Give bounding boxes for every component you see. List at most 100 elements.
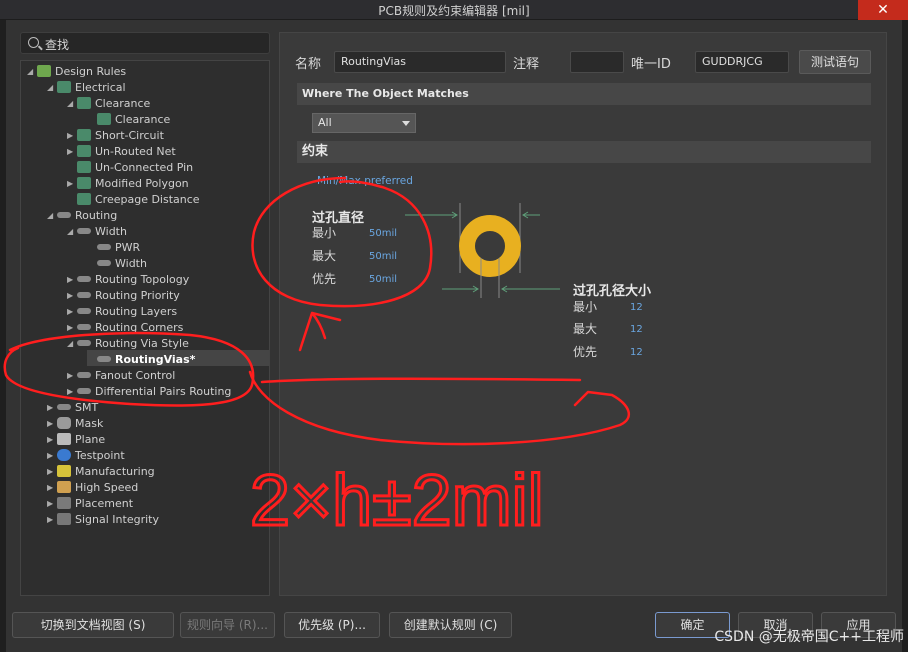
rule-rule-icon xyxy=(77,145,91,157)
tree-item[interactable]: ▶ Testpoint xyxy=(47,448,125,464)
tree-item[interactable]: ▶ Mask xyxy=(47,416,103,432)
tree-item[interactable]: ▶ SMT xyxy=(47,400,98,416)
tree-item-label: High Speed xyxy=(75,481,139,494)
rule-rule-icon xyxy=(77,129,91,141)
tree-item[interactable]: ▶ Plane xyxy=(47,432,105,448)
tree-item-label: Signal Integrity xyxy=(75,513,159,526)
tree-item[interactable]: ◢ Electrical xyxy=(47,80,126,96)
window-title: PCB规则及约束编辑器 [mil] xyxy=(378,4,530,18)
tree-item[interactable]: ▶ Routing Layers xyxy=(67,304,177,320)
tree-item-label: SMT xyxy=(75,401,99,414)
tree-item-label: Routing Layers xyxy=(95,305,178,318)
left-border xyxy=(0,20,6,652)
tree-item[interactable]: ▶ Short-Circuit xyxy=(67,128,164,144)
right-border xyxy=(902,20,908,652)
search-input[interactable]: 查找 xyxy=(20,32,270,54)
search-icon xyxy=(28,37,39,48)
rule-mfg-icon xyxy=(57,465,71,477)
tree-item[interactable]: ▶ Placement xyxy=(47,496,133,512)
rule-route-icon xyxy=(57,404,71,410)
tree-item[interactable]: Width xyxy=(87,256,147,272)
rule-si-icon xyxy=(57,513,71,525)
document-view-button[interactable]: 切换到文档视图 (S) xyxy=(12,612,174,638)
expand-arrow-icon[interactable]: ▶ xyxy=(47,512,57,528)
close-button[interactable]: ✕ xyxy=(858,0,908,20)
tree-item-label: Differential Pairs Routing xyxy=(95,385,232,398)
tree-item-label: Modified Polygon xyxy=(95,177,189,190)
tree-item[interactable]: ▶ Un-Routed Net xyxy=(67,144,176,160)
collapse-arrow-icon[interactable]: ◢ xyxy=(47,80,57,96)
expand-arrow-icon[interactable]: ▶ xyxy=(67,384,77,400)
tree-item-label: Plane xyxy=(75,433,106,446)
tree-item[interactable]: ▶ Fanout Control xyxy=(67,368,175,384)
expand-arrow-icon[interactable]: ▶ xyxy=(67,176,77,192)
rule-route-icon xyxy=(97,356,111,362)
tree-item[interactable]: ◢ Clearance xyxy=(67,96,150,112)
tree-item[interactable]: ▶ Modified Polygon xyxy=(67,176,189,192)
tree-item[interactable]: Un-Connected Pin xyxy=(67,160,193,176)
expand-arrow-icon[interactable]: ▶ xyxy=(47,496,57,512)
expand-arrow-icon[interactable]: ▶ xyxy=(47,448,57,464)
tree-item[interactable]: ▶ Differential Pairs Routing xyxy=(67,384,231,400)
tree-item[interactable]: ▶ High Speed xyxy=(47,480,138,496)
watermark-text: CSDN @无极帝国C++工程师 xyxy=(714,629,904,645)
tree-item[interactable]: ▶ Signal Integrity xyxy=(47,512,159,528)
tree-item-label: Routing xyxy=(75,209,118,222)
priority-button[interactable]: 优先级 (P)... xyxy=(284,612,380,638)
rule-hs-icon xyxy=(57,481,71,493)
tree-item[interactable]: PWR xyxy=(87,240,140,256)
rule-editor-panel: 名称 RoutingVias 注释 唯一ID GUDDRJCG 测试语句 Whe… xyxy=(279,32,887,596)
tree-item[interactable]: ◢ Routing xyxy=(47,208,117,224)
tree-item-label: Manufacturing xyxy=(75,465,155,478)
tree-item-label: Un-Connected Pin xyxy=(95,161,194,174)
rule-pl-icon xyxy=(57,497,71,509)
tree-item[interactable]: RoutingVias* xyxy=(87,352,195,368)
expand-arrow-icon[interactable]: ▶ xyxy=(67,320,77,336)
expand-arrow-icon[interactable]: ▶ xyxy=(47,464,57,480)
rule-rule-icon xyxy=(77,161,91,173)
collapse-arrow-icon[interactable]: ◢ xyxy=(47,208,57,224)
expand-arrow-icon[interactable]: ▶ xyxy=(67,272,77,288)
tree-item[interactable]: ▶ Routing Topology xyxy=(67,272,189,288)
tree-item-label: PWR xyxy=(115,241,141,254)
tree-item[interactable]: Clearance xyxy=(87,112,170,128)
tree-item-label: Routing Corners xyxy=(95,321,184,334)
expand-arrow-icon[interactable]: ▶ xyxy=(67,144,77,160)
expand-arrow-icon[interactable]: ▶ xyxy=(47,400,57,416)
rule-route-icon xyxy=(77,276,91,282)
collapse-arrow-icon[interactable]: ◢ xyxy=(27,64,37,80)
tree-item[interactable]: ◢ Width xyxy=(67,224,127,240)
create-default-rules-button[interactable]: 创建默认规则 (C) xyxy=(389,612,512,638)
expand-arrow-icon[interactable]: ▶ xyxy=(67,128,77,144)
tree-item[interactable]: Creepage Distance xyxy=(67,192,200,208)
expand-arrow-icon[interactable]: ▶ xyxy=(67,288,77,304)
expand-arrow-icon[interactable]: ▶ xyxy=(67,368,77,384)
tree-item-label: RoutingVias* xyxy=(115,353,196,366)
tree-item-label: Testpoint xyxy=(75,449,125,462)
rule-route-icon xyxy=(77,372,91,378)
collapse-arrow-icon[interactable]: ◢ xyxy=(67,224,77,240)
rule-route-icon xyxy=(57,212,71,218)
tree-item-label: Routing Via Style xyxy=(95,337,189,350)
tree-item-label: Placement xyxy=(75,497,134,510)
collapse-arrow-icon[interactable]: ◢ xyxy=(67,96,77,112)
rule-mask-icon xyxy=(57,417,71,429)
tree-item[interactable]: ▶ Routing Corners xyxy=(67,320,183,336)
rule-route-icon xyxy=(77,388,91,394)
tree-item[interactable]: ▶ Manufacturing xyxy=(47,464,155,480)
collapse-arrow-icon[interactable]: ◢ xyxy=(67,336,77,352)
rule-wizard-button[interactable]: 规则向导 (R)... xyxy=(180,612,275,638)
tree-item[interactable]: ◢ Routing Via Style xyxy=(67,336,189,352)
rules-tree[interactable]: ◢ Design Rules ◢ Electrical ◢ Clearance Cleara… xyxy=(20,60,270,596)
expand-arrow-icon[interactable]: ▶ xyxy=(47,480,57,496)
rule-route-icon xyxy=(77,308,91,314)
rule-tp-icon xyxy=(57,449,71,461)
expand-arrow-icon[interactable]: ▶ xyxy=(47,432,57,448)
expand-arrow-icon[interactable]: ▶ xyxy=(67,304,77,320)
expand-arrow-icon[interactable]: ▶ xyxy=(47,416,57,432)
tree-item-label: Width xyxy=(95,225,127,238)
tree-item[interactable]: ◢ Design Rules xyxy=(27,64,126,80)
tree-item[interactable]: ▶ Routing Priority xyxy=(67,288,180,304)
rule-rule-icon xyxy=(57,81,71,93)
rule-rule-icon xyxy=(77,193,91,205)
